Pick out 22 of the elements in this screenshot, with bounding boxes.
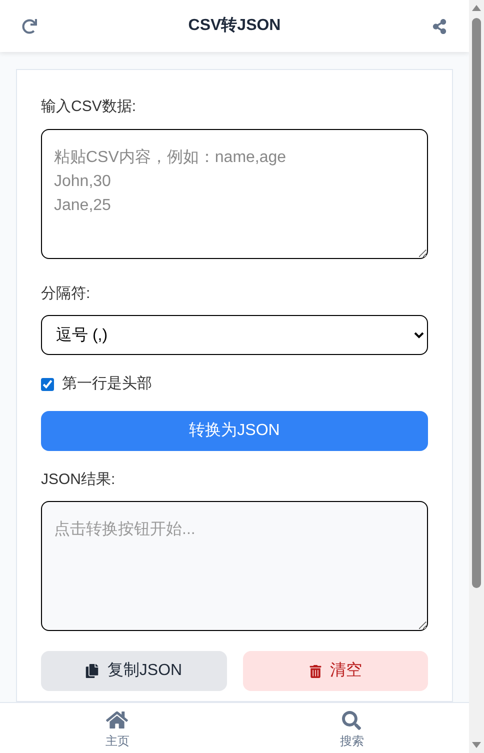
csv-input-field[interactable]: 粘贴CSV内容，例如：name,age John,30 Jane,25 [41,128,428,258]
result-label: JSON结果: [41,470,116,490]
checkbox-label: 第一行是头部 [62,374,152,394]
nav-item[interactable]: 主页 [0,703,234,753]
clear-button[interactable]: 清空 [242,651,428,691]
search-icon [342,710,362,730]
nav-item[interactable]: 搜索 [234,703,469,753]
copy-button[interactable]: 复制JSON [41,651,226,691]
convert-button[interactable]: 转换为JSON [41,410,428,450]
page-title: CSV转JSON [188,16,281,36]
scroll-down-icon [472,742,481,748]
refresh-button[interactable] [22,18,37,34]
input-label: 输入CSV数据: [41,97,138,117]
home-icon [106,710,128,730]
share-button[interactable] [432,18,447,34]
delimiter-label: 分隔符: [41,284,92,304]
trash-icon [308,664,322,678]
scroll-up-icon [472,5,481,11]
copy-icon [85,664,100,678]
json-output-field[interactable]: 点击转换按钮开始... [41,501,428,631]
delimiter-select[interactable]: 逗号 (,) [41,315,428,355]
header-checkbox[interactable] [41,378,54,391]
